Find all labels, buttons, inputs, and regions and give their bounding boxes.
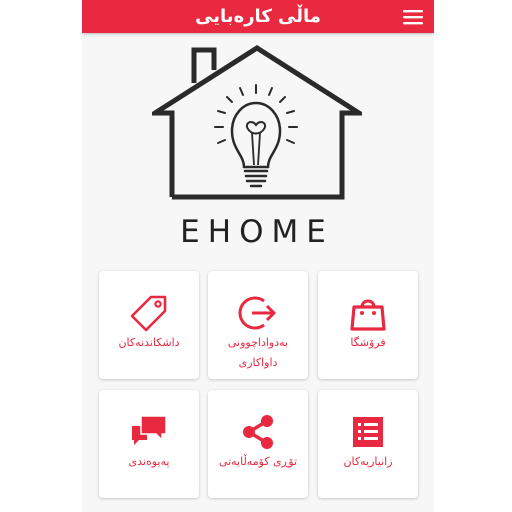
app-screen: ماڵی کارەبایی EHOME فرۆشگا بەدواداچوونی …	[82, 0, 434, 512]
app-bar: ماڵی کارەبایی	[82, 0, 434, 33]
order-tracking-card[interactable]: بەدواداچوونی داواکاری	[208, 271, 308, 379]
shop-card[interactable]: فرۆشگا	[318, 271, 418, 379]
order-tracking-label: بەدواداچوونی داواکاری	[227, 336, 289, 369]
info-label: زانیاریەکان	[343, 455, 393, 468]
list-icon	[318, 412, 418, 452]
share-icon	[208, 412, 308, 452]
chat-bubbles-icon	[99, 412, 199, 452]
ehome-logo: EHOME	[146, 45, 368, 250]
discounts-card[interactable]: داشکاندنەکان	[99, 271, 199, 379]
hamburger-menu-icon[interactable]	[402, 8, 424, 26]
social-network-card[interactable]: تۆڕی کۆمەڵایەتی	[208, 390, 308, 498]
house-bulb-logo-icon: EHOME	[146, 45, 368, 250]
price-tag-icon	[99, 293, 199, 333]
contact-card[interactable]: پەیوەندی	[99, 390, 199, 498]
shopping-bag-icon	[318, 293, 418, 333]
discounts-label: داشکاندنەکان	[118, 336, 180, 349]
app-title: ماڵی کارەبایی	[195, 6, 321, 27]
sign-out-arrow-icon	[208, 293, 308, 333]
logo-wordmark: EHOME	[180, 214, 334, 250]
contact-label: پەیوەندی	[128, 455, 170, 468]
shop-label: فرۆشگا	[350, 336, 386, 349]
info-card[interactable]: زانیاریەکان	[318, 390, 418, 498]
social-network-label: تۆڕی کۆمەڵایەتی	[218, 455, 298, 468]
